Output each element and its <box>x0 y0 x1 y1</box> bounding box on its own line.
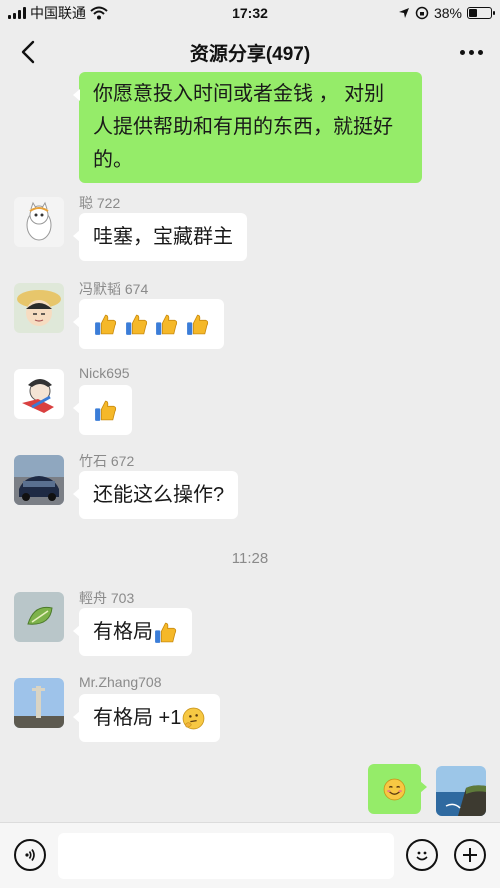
thumbs-up-icon <box>95 400 117 422</box>
message-line: 人提供帮助和有用的东西，就挺好 <box>93 116 393 138</box>
avatar-coast-image <box>436 766 486 816</box>
battery-icon <box>467 7 495 19</box>
time-separator: 11:28 <box>231 550 269 567</box>
avatar-landmark-image <box>14 678 64 728</box>
voice-button[interactable] <box>14 839 46 871</box>
status-left: 中国联通 <box>8 3 108 23</box>
status-right: 38% <box>398 5 495 21</box>
wifi-icon <box>90 6 108 20</box>
battery-percent: 38% <box>433 5 462 21</box>
thinking-face-icon <box>183 707 205 730</box>
more-button[interactable] <box>456 38 486 66</box>
back-button[interactable] <box>14 38 42 66</box>
chat-title: 资源分享(497) <box>189 43 311 65</box>
input-bar <box>0 822 500 888</box>
avatar-cartoon-image <box>14 369 64 419</box>
more-dots-icon <box>459 49 465 55</box>
message-line: 你愿意投入时间或者金钱 ， 对别 <box>93 83 385 105</box>
emoji-icon <box>416 851 428 861</box>
emoji-button[interactable] <box>406 839 438 871</box>
avatar[interactable] <box>14 592 64 642</box>
sender-name: 輕舟 703 <box>79 590 135 606</box>
avatar-self[interactable] <box>436 766 486 816</box>
thumbs-up-icon <box>155 622 177 644</box>
message-bubble[interactable]: 还能这么操作? <box>72 471 239 519</box>
voice-icon <box>25 849 35 861</box>
status-bar: 中国联通 17:32 38% <box>0 0 500 26</box>
avatar[interactable] <box>14 678 64 728</box>
plus-icon <box>463 848 477 862</box>
thumbs-up-icon <box>156 314 178 336</box>
avatar-leaf-image <box>14 592 64 642</box>
sender-name: Mr.Zhang708 <box>79 674 162 690</box>
message-text: 有格局 +1 <box>93 707 182 729</box>
avatar-boy-image <box>14 283 64 333</box>
thumbs-up-icon <box>186 314 208 336</box>
sender-name: Nick695 <box>79 365 130 381</box>
thumbs-up-icon <box>125 314 147 336</box>
smile-face-icon <box>383 778 406 801</box>
location-icon <box>398 8 409 18</box>
avatar[interactable] <box>14 369 64 419</box>
message-input[interactable] <box>58 833 394 879</box>
message-bubble[interactable]: 哇塞，宝藏群主 <box>73 213 247 261</box>
plus-button[interactable] <box>454 839 486 871</box>
signal-icon <box>8 7 26 19</box>
orientation-lock-icon <box>415 6 429 20</box>
sender-name: 聪 722 <box>79 195 121 211</box>
sender-name: 冯默韬 674 <box>79 281 149 297</box>
message-text: 有格局 <box>93 621 153 643</box>
message-bubble[interactable] <box>73 299 224 349</box>
message-line: 的。 <box>93 149 133 171</box>
chevron-left-icon <box>21 40 35 64</box>
message-bubble[interactable] <box>73 385 132 435</box>
message-bubble[interactable]: 你愿意投入时间或者金钱 ， 对别 人提供帮助和有用的东西，就挺好 的。 <box>73 72 422 183</box>
message-bubble[interactable]: 有格局 +1 <box>72 694 221 742</box>
sender-name: 竹石 672 <box>79 453 135 469</box>
message-bubble[interactable]: 有格局 <box>73 608 192 656</box>
avatar-cat-image <box>14 197 64 247</box>
thumbs-up-icon <box>95 314 117 336</box>
avatar[interactable] <box>14 455 64 505</box>
carrier-label: 中国联通 <box>30 5 86 21</box>
avatar[interactable] <box>14 197 64 247</box>
nav-bar: 资源分享(497) <box>0 26 500 78</box>
avatar[interactable] <box>14 283 64 333</box>
avatar-car-image <box>14 455 64 505</box>
message-bubble[interactable] <box>368 764 427 814</box>
